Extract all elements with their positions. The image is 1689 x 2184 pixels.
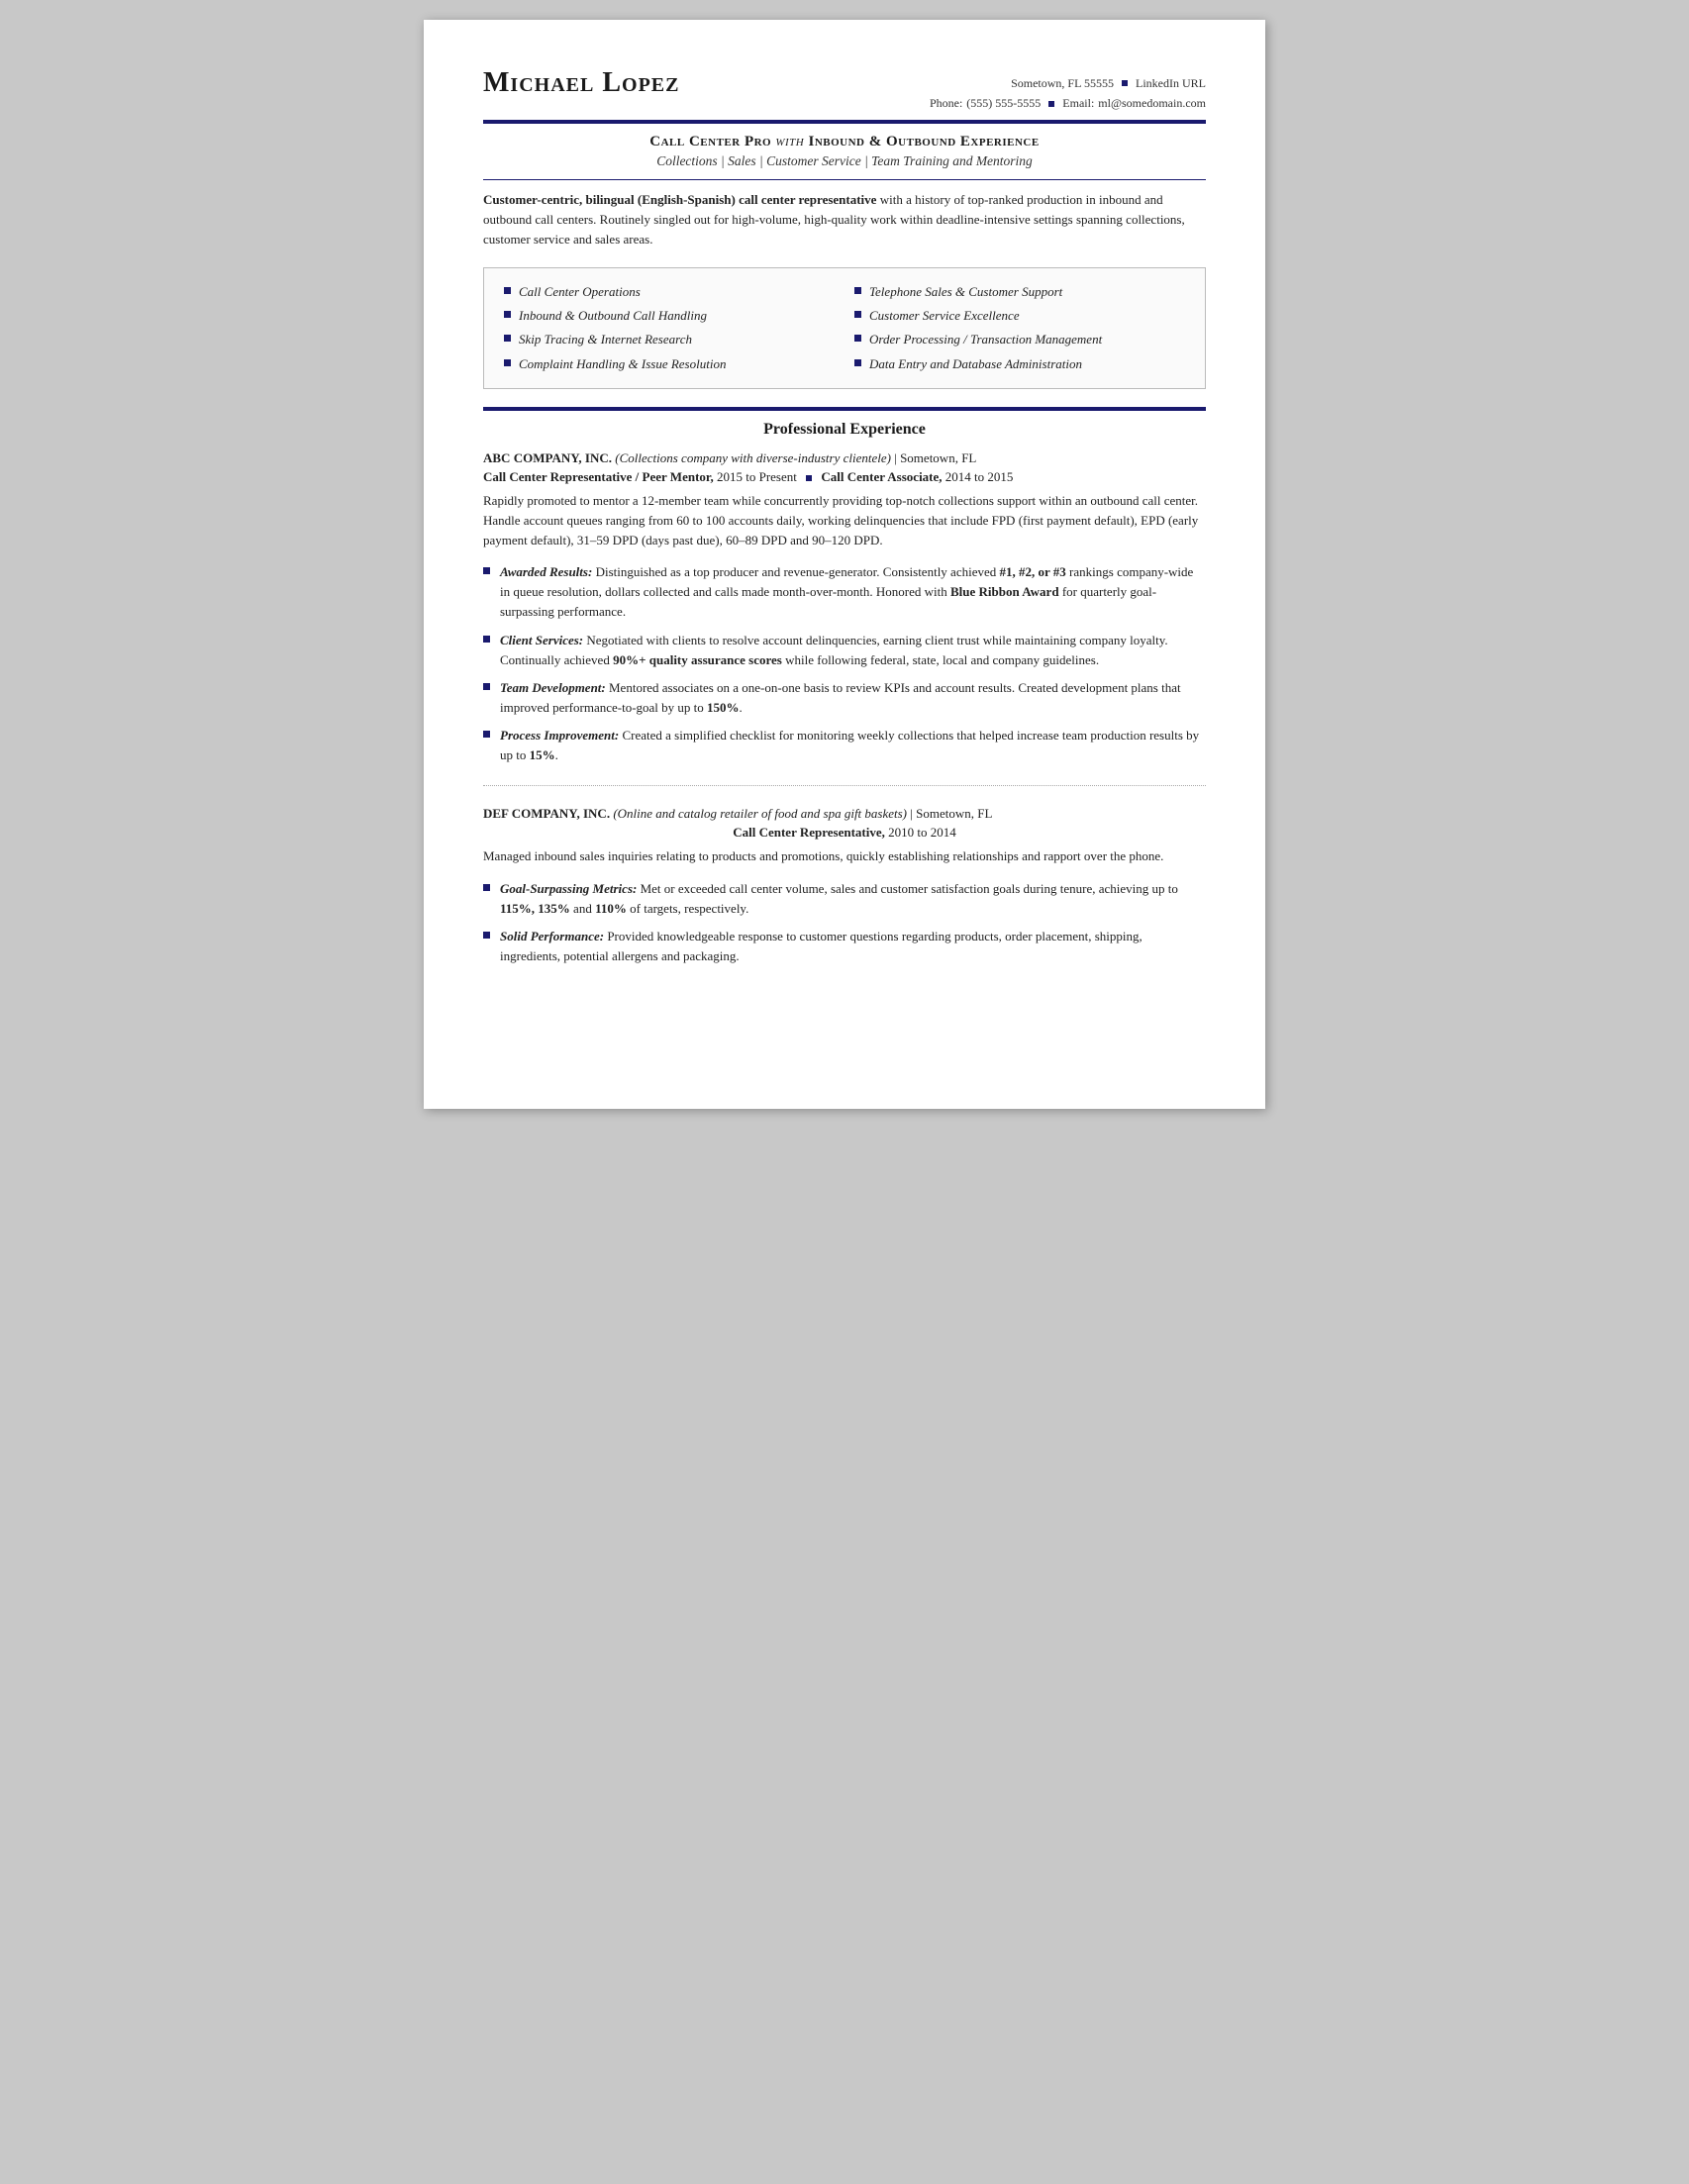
skill-bullet-icon bbox=[854, 287, 861, 294]
linkedin: LinkedIn URL bbox=[1136, 73, 1206, 93]
li-content: Solid Performance: Provided knowledgeabl… bbox=[500, 927, 1206, 966]
skill-item-2: Telephone Sales & Customer Support bbox=[854, 282, 1185, 302]
headline-section: Call Center Pro with Inbound & Outbound … bbox=[483, 134, 1206, 169]
role-title-1a: Call Center Representative / Peer Mentor… bbox=[483, 469, 714, 484]
role-dates-1b: 2014 to 2015 bbox=[945, 469, 1014, 484]
sq-bullet-icon bbox=[483, 567, 490, 574]
company-desc-1: (Collections company with diverse-indust… bbox=[615, 450, 891, 465]
list-item: Team Development: Mentored associates on… bbox=[483, 678, 1206, 718]
list-item: Client Services: Negotiated with clients… bbox=[483, 631, 1206, 670]
header-divider bbox=[483, 120, 1206, 124]
role-dates-1a: 2015 to Present bbox=[717, 469, 797, 484]
headline-bold1: Call Center Pro bbox=[649, 134, 771, 149]
skill-item-4: Customer Service Excellence bbox=[854, 306, 1185, 326]
headline-italic: with bbox=[775, 134, 808, 149]
contact-block: Sometown, FL 55555 LinkedIn URL Phone: (… bbox=[930, 67, 1206, 114]
list-item: Goal-Surpassing Metrics: Met or exceeded… bbox=[483, 879, 1206, 919]
skill-label: Order Processing / Transaction Managemen… bbox=[869, 330, 1102, 349]
role-line-2: Call Center Representative, 2010 to 2014 bbox=[483, 825, 1206, 841]
skill-label: Inbound & Outbound Call Handling bbox=[519, 306, 707, 326]
name-block: Michael Lopez bbox=[483, 67, 679, 99]
skills-box: Call Center Operations Telephone Sales &… bbox=[483, 267, 1206, 389]
skill-item-1: Call Center Operations bbox=[504, 282, 835, 302]
skill-bullet-icon bbox=[854, 311, 861, 318]
skill-bullet-icon bbox=[854, 335, 861, 342]
skill-label: Data Entry and Database Administration bbox=[869, 354, 1082, 374]
skill-label: Call Center Operations bbox=[519, 282, 641, 302]
skill-label: Customer Service Excellence bbox=[869, 306, 1020, 326]
list-item: Awarded Results: Distinguished as a top … bbox=[483, 562, 1206, 622]
skill-item-6: Order Processing / Transaction Managemen… bbox=[854, 330, 1185, 349]
bullet-list-1: Awarded Results: Distinguished as a top … bbox=[483, 562, 1206, 765]
skill-item-7: Complaint Handling & Issue Resolution bbox=[504, 354, 835, 374]
li-content: Goal-Surpassing Metrics: Met or exceeded… bbox=[500, 879, 1206, 919]
list-item: Solid Performance: Provided knowledgeabl… bbox=[483, 927, 1206, 966]
role-title-1b: Call Center Associate, bbox=[821, 469, 942, 484]
skill-bullet-icon bbox=[504, 359, 511, 366]
skill-bullet-icon bbox=[504, 335, 511, 342]
company-location-1: Sometown, FL bbox=[900, 450, 976, 465]
candidate-name: Michael Lopez bbox=[483, 67, 679, 99]
role-dates-2: 2010 to 2014 bbox=[888, 825, 956, 840]
contact-line2: Phone: (555) 555-5555 Email: ml@somedoma… bbox=[930, 93, 1206, 113]
sq-bullet-icon bbox=[483, 884, 490, 891]
skill-bullet-icon bbox=[504, 287, 511, 294]
bullet-list-2: Goal-Surpassing Metrics: Met or exceeded… bbox=[483, 879, 1206, 967]
bullet-sq-icon bbox=[1122, 80, 1128, 86]
role-line-1: Call Center Representative / Peer Mentor… bbox=[483, 469, 1206, 485]
skill-bullet-icon bbox=[504, 311, 511, 318]
resume-page: Michael Lopez Sometown, FL 55555 LinkedI… bbox=[424, 20, 1265, 1109]
company-name-1: ABC COMPANY, INC. bbox=[483, 450, 612, 465]
li-content: Awarded Results: Distinguished as a top … bbox=[500, 562, 1206, 622]
li-content: Client Services: Negotiated with clients… bbox=[500, 631, 1206, 670]
phone: (555) 555-5555 bbox=[966, 93, 1041, 113]
role-sep-icon bbox=[806, 475, 812, 481]
city-state: Sometown, FL 55555 bbox=[1011, 73, 1114, 93]
skill-bullet-icon bbox=[854, 359, 861, 366]
company-block-1: ABC COMPANY, INC. (Collections company w… bbox=[483, 450, 1206, 466]
skill-item-3: Inbound & Outbound Call Handling bbox=[504, 306, 835, 326]
summary-section: Customer-centric, bilingual (English-Spa… bbox=[483, 190, 1206, 249]
email: ml@somedomain.com bbox=[1098, 93, 1206, 113]
sq-bullet-icon bbox=[483, 731, 490, 738]
list-item: Process Improvement: Created a simplifie… bbox=[483, 726, 1206, 765]
skill-label: Complaint Handling & Issue Resolution bbox=[519, 354, 726, 374]
experience-section-title: Professional Experience bbox=[483, 421, 1206, 439]
company-block-2: DEF COMPANY, INC. (Online and catalog re… bbox=[483, 806, 1206, 822]
skill-label: Telephone Sales & Customer Support bbox=[869, 282, 1062, 302]
headline-subtitle: Collections | Sales | Customer Service |… bbox=[483, 153, 1206, 169]
job-summary-2: Managed inbound sales inquiries relating… bbox=[483, 846, 1206, 866]
skill-label: Skip Tracing & Internet Research bbox=[519, 330, 692, 349]
sq-bullet-icon bbox=[483, 683, 490, 690]
skills-grid: Call Center Operations Telephone Sales &… bbox=[504, 282, 1185, 374]
job-summary-1: Rapidly promoted to mentor a 12-member t… bbox=[483, 491, 1206, 550]
headline-bold2: Inbound & Outbound Experience bbox=[809, 134, 1040, 149]
headline-divider bbox=[483, 179, 1206, 180]
company-desc-2: (Online and catalog retailer of food and… bbox=[613, 806, 907, 821]
skill-item-8: Data Entry and Database Administration bbox=[854, 354, 1185, 374]
header-section: Michael Lopez Sometown, FL 55555 LinkedI… bbox=[483, 67, 1206, 114]
li-content: Team Development: Mentored associates on… bbox=[500, 678, 1206, 718]
company-name-2: DEF COMPANY, INC. bbox=[483, 806, 610, 821]
skill-item-5: Skip Tracing & Internet Research bbox=[504, 330, 835, 349]
li-content: Process Improvement: Created a simplifie… bbox=[500, 726, 1206, 765]
summary-lead: Customer-centric, bilingual (English-Spa… bbox=[483, 192, 876, 207]
contact-line1: Sometown, FL 55555 LinkedIn URL bbox=[930, 73, 1206, 93]
phone-label: Phone: bbox=[930, 93, 962, 113]
company-location-2: Sometown, FL bbox=[916, 806, 992, 821]
skills-divider bbox=[483, 407, 1206, 411]
bullet-sq-icon2 bbox=[1048, 101, 1054, 107]
job-divider bbox=[483, 785, 1206, 786]
email-label: Email: bbox=[1062, 93, 1094, 113]
sq-bullet-icon bbox=[483, 932, 490, 939]
sq-bullet-icon bbox=[483, 636, 490, 643]
headline-title: Call Center Pro with Inbound & Outbound … bbox=[483, 134, 1206, 150]
role-title-2: Call Center Representative, bbox=[733, 825, 885, 840]
